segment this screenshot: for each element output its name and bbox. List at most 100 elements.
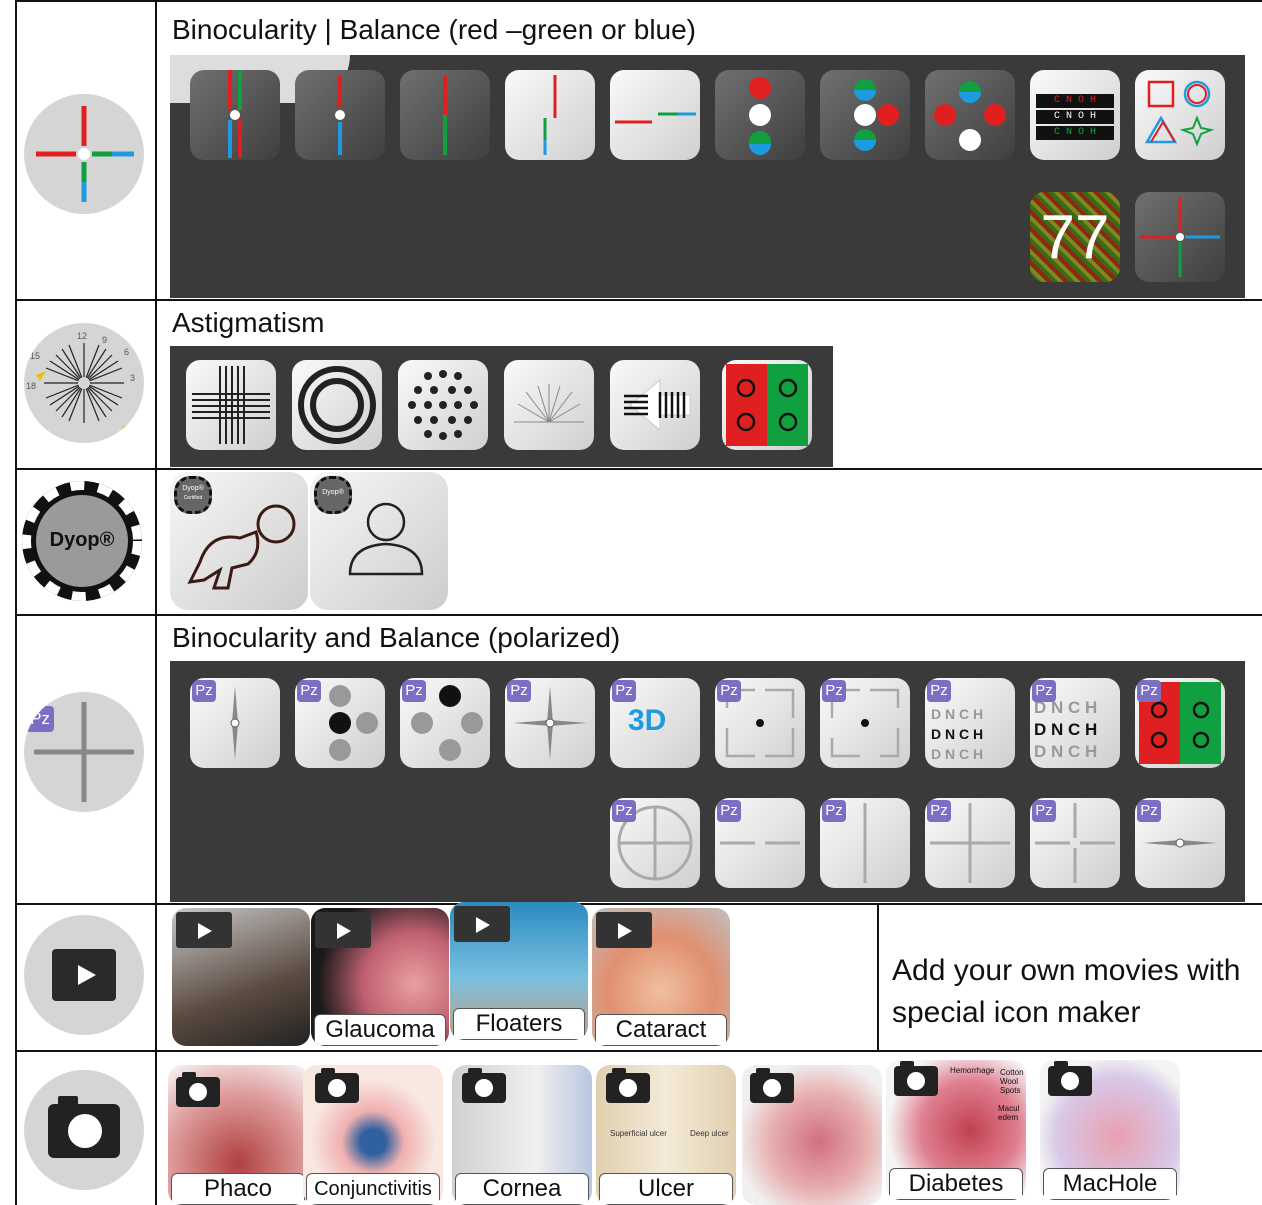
pz-badge: Pz	[717, 800, 741, 822]
pz-badge: Pz	[297, 680, 321, 702]
tile-dyop-adult[interactable]: Dyop®	[310, 472, 448, 610]
fan-number-6: 6	[124, 347, 130, 357]
tile-pol-stereo-3d[interactable]: 3D Pz	[610, 678, 700, 768]
tile-duochrome-circles[interactable]	[722, 360, 812, 450]
movie-tile-0[interactable]	[172, 908, 310, 1046]
photo-tile-conjunctivitis[interactable]: Conjunctivitis	[303, 1065, 443, 1205]
photo-tile-phaco[interactable]: Phaco	[168, 1065, 308, 1205]
pz-badge: Pz	[612, 800, 636, 822]
diabetes-annotation: Cotton Wool Spots	[1000, 1068, 1024, 1095]
tile-pol-dots-four[interactable]: Pz	[400, 678, 490, 768]
tile-lines-arrow[interactable]	[610, 360, 700, 450]
row-divider	[15, 468, 1262, 470]
dnch-line: D N C H	[931, 726, 984, 742]
tile-pol-dots-vertical[interactable]: Pz	[295, 678, 385, 768]
tile-duochrome-letters[interactable]: C N O H C N O H C N O H	[1030, 70, 1120, 160]
fan-number-18: 18	[26, 381, 37, 391]
row-divider	[15, 1050, 1262, 1052]
tile-vertical-rb[interactable]	[295, 70, 385, 160]
film-strip	[52, 949, 116, 1001]
tile-worth-dots-triangle[interactable]	[925, 70, 1015, 160]
photo-label: Phaco	[171, 1173, 305, 1205]
dnch-line: D N C H	[931, 706, 984, 722]
section-title-binocularity-polarized: Binocularity and Balance (polarized)	[172, 622, 621, 653]
tile-grid-cross[interactable]	[186, 360, 276, 450]
dyop-logo[interactable]: Dyop®	[22, 481, 142, 601]
movie-tile-cataract[interactable]: Cataract	[592, 908, 730, 1046]
tile-pol-horizontal-split[interactable]: Pz	[715, 798, 805, 888]
tile-pol-duochrome-circles[interactable]: Pz	[1135, 678, 1225, 768]
play-triangle	[78, 965, 96, 985]
tile-shapes[interactable]	[1135, 70, 1225, 160]
fan-number-12: 12	[77, 331, 88, 341]
photo-tile-cornea[interactable]: Cornea	[452, 1065, 592, 1205]
red-green-cross-icon[interactable]	[24, 94, 144, 214]
duochrome-line-green: C N O H	[1036, 126, 1114, 140]
diabetes-annotation: Macul edem	[998, 1104, 1020, 1122]
camera-icon	[176, 1072, 220, 1107]
tile-worth-dots-vertical[interactable]	[715, 70, 805, 160]
film-play-icon	[454, 906, 510, 942]
tile-offset-horizontal[interactable]	[610, 70, 700, 160]
astigmatism-panel	[170, 346, 833, 467]
camera-flash	[58, 1096, 78, 1106]
column-divider	[155, 0, 157, 1205]
photo-tile-diabetes[interactable]: Hemorrhage Cotton Wool Spots Macul edem …	[886, 1060, 1026, 1200]
dnch-line: D N C H	[1034, 742, 1098, 761]
camera-icon	[462, 1068, 506, 1103]
polarized-cross-icon[interactable]: Pz	[24, 692, 144, 812]
camera-icon	[1048, 1061, 1092, 1096]
movie-label: Cataract	[595, 1014, 727, 1046]
camera-icon	[894, 1061, 938, 1096]
tile-pol-frame-dot-alt[interactable]: Pz	[820, 678, 910, 768]
film-play-icon	[596, 912, 652, 948]
tile-cross-rgb[interactable]	[190, 70, 280, 160]
ishihara-number: 77	[1040, 203, 1110, 272]
camera-icon	[315, 1068, 359, 1103]
stereo-3d-label: 3D	[628, 704, 667, 737]
pz-badge: Pz	[1137, 680, 1161, 702]
camera-body	[48, 1104, 120, 1158]
tile-offset-vertical[interactable]	[505, 70, 595, 160]
tile-pol-dnch-small[interactable]: D N C H D N C H D N C H Pz	[925, 678, 1015, 768]
photo-tile-ulcer[interactable]: Superficial ulcer Deep ulcer Ulcer	[596, 1065, 736, 1205]
pz-badge: Pz	[927, 680, 951, 702]
photo-label: Diabetes	[889, 1168, 1023, 1200]
camera-lens	[68, 1114, 102, 1148]
tile-pol-circle-cross[interactable]: Pz	[610, 798, 700, 888]
camera-icon[interactable]	[24, 1070, 144, 1190]
photo-tile-machole[interactable]: MacHole	[1040, 1060, 1180, 1200]
tile-worth-dots-four[interactable]	[820, 70, 910, 160]
pz-badge: Pz	[1032, 680, 1056, 702]
table-border-top	[15, 0, 1262, 2]
photo-tile-eye-anatomy[interactable]	[742, 1065, 882, 1205]
tile-ishihara[interactable]: 77	[1030, 192, 1120, 282]
ulcer-annotation: Deep ulcer	[690, 1129, 729, 1138]
pz-badge: Pz	[402, 680, 426, 702]
tile-pol-frame-dot[interactable]: Pz	[715, 678, 805, 768]
tile-cross-rgb-small[interactable]	[1135, 192, 1225, 282]
tile-vertical-rg[interactable]	[400, 70, 490, 160]
tile-pol-vertical-split[interactable]: Pz	[820, 798, 910, 888]
tile-pol-compass-horizontal[interactable]: Pz	[1135, 798, 1225, 888]
pz-badge: Pz	[192, 680, 216, 702]
tile-pol-cross[interactable]: Pz	[925, 798, 1015, 888]
ulcer-annotation: Superficial ulcer	[610, 1129, 667, 1138]
tile-pol-compass-vertical[interactable]: Pz	[190, 678, 280, 768]
tile-dyop-child[interactable]: Dyop® Certified	[170, 472, 308, 610]
diabetes-annotation: Hemorrhage	[950, 1066, 995, 1075]
tile-concentric-rings[interactable]	[292, 360, 382, 450]
movie-tile-floaters[interactable]: Floaters	[450, 902, 588, 1040]
pz-badge: Pz	[1032, 800, 1056, 822]
binocularity-rg-panel: C N O H C N O H C N O H 77	[170, 55, 1245, 298]
tile-pol-compass-cross[interactable]: Pz	[505, 678, 595, 768]
tile-fan-chart[interactable]	[504, 360, 594, 450]
film-play-icon[interactable]	[24, 915, 144, 1035]
camera-icon	[750, 1068, 794, 1103]
tile-pol-dnch-large[interactable]: D N C H D N C H D N C H Pz	[1030, 678, 1120, 768]
pz-badge: Pz	[822, 680, 846, 702]
tile-pol-cross-gap[interactable]: Pz	[1030, 798, 1120, 888]
astigmatism-fan-icon[interactable]: 12 9 6 3 15 18	[24, 323, 144, 443]
movie-tile-glaucoma[interactable]: Glaucoma	[311, 908, 449, 1046]
tile-dot-pattern[interactable]	[398, 360, 488, 450]
